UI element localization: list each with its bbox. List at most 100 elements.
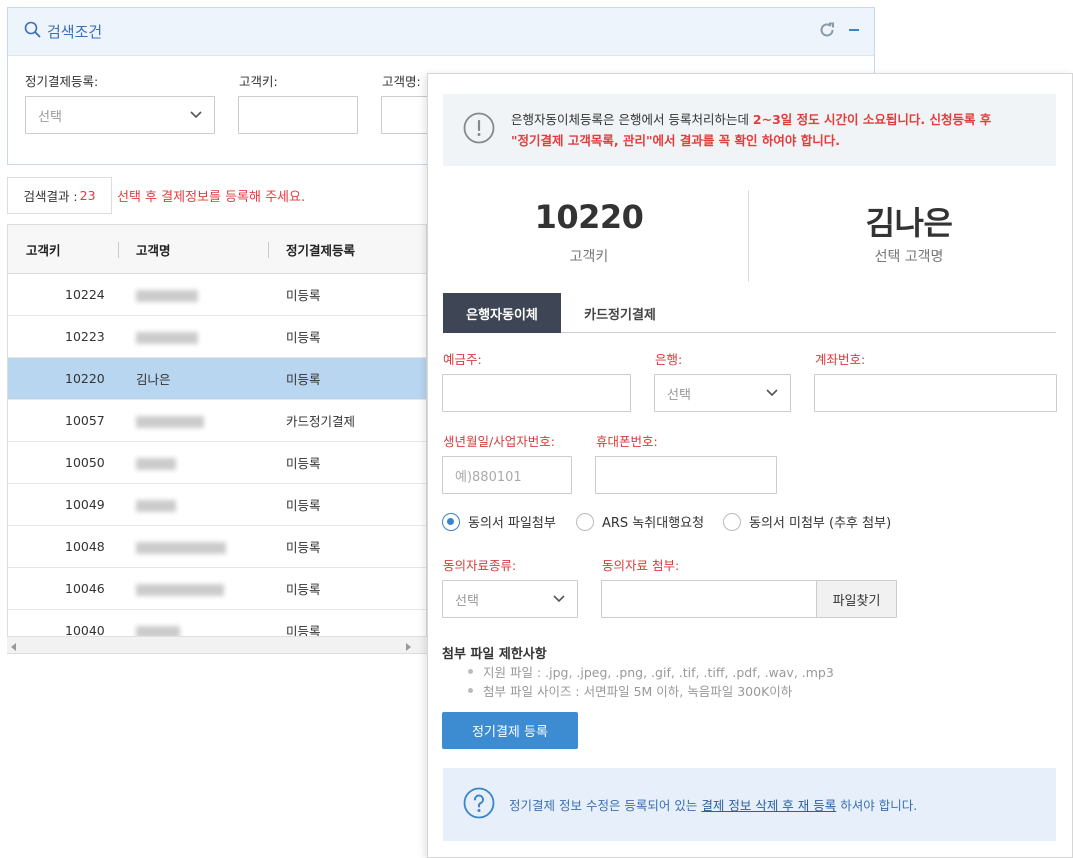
consent-type-select[interactable]: 선택 [442,580,578,618]
row-key: 10223 [65,329,105,344]
scroll-right-icon[interactable] [405,640,411,655]
selected-customer-name: 김나은 [865,204,953,242]
notice-line2-red: "정기결제 고객목록, 관리"에서 결과를 꼭 확인 하여야 합니다. [511,133,840,148]
row-name-blurred [118,581,268,596]
row-name-blurred [118,413,268,428]
consent-type-value: 선택 [455,593,479,609]
row-name-blurred [118,497,268,512]
row-status: 카드정기결제 [286,414,356,429]
tab-bank-transfer[interactable]: 은행자동이체 [443,293,561,333]
info-text-pre: 정기결제 정보 수정은 등록되어 있는 [509,798,702,813]
radio-file-attach[interactable]: 동의서 파일첨부 [442,512,556,531]
tab-card-payment[interactable]: 카드정기결제 [561,293,679,333]
table-row[interactable]: 10046 미등록 [8,568,426,610]
table-row[interactable]: 10223 미등록 [8,316,426,358]
notice-text: 은행자동이체등록은 은행에서 등록처리하는데 2~3일 정도 시간이 소요됩니다… [511,109,991,151]
selected-customer-key-label: 고객키 [569,249,609,265]
radio-ars-label: ARS 녹취대행요청 [602,516,705,531]
row-status: 미등록 [286,498,321,513]
chevron-down-icon [553,592,565,607]
bank-select[interactable]: 선택 [654,374,791,412]
customer-key-input[interactable] [238,96,358,134]
depositor-input[interactable] [442,374,631,412]
consent-file-label: 동의자료 첨부: [602,558,680,573]
table-row-selected[interactable]: 10220 김나은 미등록 [8,358,426,400]
row-key: 10046 [65,581,105,596]
account-input[interactable] [814,374,1057,412]
row-status: 미등록 [286,540,321,555]
refresh-icon[interactable] [818,21,836,43]
file-limit-item: 지원 파일 : .jpg, .jpeg, .png, .gif, .tif, .… [442,662,834,681]
table-row[interactable]: 10048 미등록 [8,526,426,568]
radio-no-attach-label: 동의서 미첨부 (추후 첨부) [749,516,892,531]
row-name: 김나은 [136,372,171,387]
row-name-blurred [118,329,268,344]
chevron-down-icon [190,108,202,123]
file-limit-title: 첨부 파일 제한사항 [442,647,547,662]
row-status: 미등록 [286,582,321,597]
file-browse-button[interactable]: 파일찾기 [816,581,896,617]
radio-unchecked-icon [723,512,741,531]
row-name-blurred [118,455,268,470]
file-limit-item: 첨부 파일 사이즈 : 서면파일 5M 이하, 녹음파일 300K이하 [442,681,792,700]
phone-label: 휴대폰번호: [596,434,658,449]
notice-line1-red: 2~3일 정도 시간이 소요됩니다. 신청등록 후 [752,112,992,127]
customer-name-label: 고객명: [382,74,421,89]
notice-line1: 은행자동이체등록은 은행에서 등록처리하는데 [511,112,753,127]
table-row[interactable]: 10224 미등록 [8,274,426,316]
search-icon [24,21,41,42]
regular-payment-label: 정기결제등록: [25,74,99,89]
row-key: 10220 [65,371,105,386]
bank-select-value: 선택 [667,387,691,403]
table-row[interactable]: 10049 미등록 [8,484,426,526]
customer-table: 고객키 고객명 정기결제등록 10224 미등록 10223 미등록 10220… [7,224,427,654]
consent-file-input[interactable]: 파일찾기 [601,580,897,618]
table-horizontal-scrollbar[interactable] [7,636,427,653]
regular-payment-select[interactable]: 선택 [25,96,215,134]
row-key: 10224 [65,287,105,302]
radio-ars[interactable]: ARS 녹취대행요청 [576,512,704,531]
row-status: 미등록 [286,330,321,345]
result-message: 선택 후 결제정보를 등록해 주세요. [117,190,306,205]
radio-unchecked-icon [576,512,594,531]
selected-customer-name-label: 선택 고객명 [874,249,944,265]
birth-placeholder: 예)880101 [455,469,522,485]
radio-no-attach[interactable]: 동의서 미첨부 (추후 첨부) [723,512,891,531]
header-regular-payment[interactable]: 정기결제등록 [268,225,418,273]
row-name-blurred [118,287,268,302]
info-link[interactable]: 결제 정보 삭제 후 재 등록 [701,798,836,813]
info-divider [748,190,749,282]
info-text: 정기결제 정보 수정은 등록되어 있는 결제 정보 삭제 후 재 등록 하셔야 … [509,795,917,814]
depositor-label: 예금주: [443,352,482,367]
search-header: 검색조건 [8,8,874,56]
birth-input[interactable]: 예)880101 [442,456,572,494]
row-key: 10050 [65,455,105,470]
table-row[interactable]: 10050 미등록 [8,442,426,484]
collapse-icon[interactable] [848,24,860,40]
info-text-post: 하셔야 합니다. [836,798,918,813]
radio-checked-icon [442,512,460,531]
header-customer-key[interactable]: 고객키 [8,225,118,273]
radio-file-attach-label: 동의서 파일첨부 [468,516,556,531]
register-payment-button[interactable]: 정기결제 등록 [442,712,578,749]
scroll-left-icon[interactable] [11,640,17,655]
result-count: 23 [79,188,96,203]
birth-label: 생년월일/사업자번호: [443,434,555,449]
row-key: 10057 [65,413,105,428]
consent-type-label: 동의자료종류: [443,558,517,573]
info-box: 정기결제 정보 수정은 등록되어 있는 결제 정보 삭제 후 재 등록 하셔야 … [443,768,1056,841]
result-count-box: 검색결과 :23 [7,177,112,214]
table-header: 고객키 고객명 정기결제등록 [8,225,426,274]
regular-payment-select-value: 선택 [38,109,62,125]
row-status: 미등록 [286,456,321,471]
question-icon [463,787,495,823]
exclamation-icon [463,112,495,148]
phone-input[interactable] [595,456,777,494]
bank-label: 은행: [655,352,683,367]
search-title: 검색조건 [47,23,103,41]
header-customer-name[interactable]: 고객명 [118,225,268,273]
chevron-down-icon [766,386,778,401]
row-status: 미등록 [286,372,321,387]
row-name-blurred [118,539,268,554]
table-row[interactable]: 10057 카드정기결제 [8,400,426,442]
